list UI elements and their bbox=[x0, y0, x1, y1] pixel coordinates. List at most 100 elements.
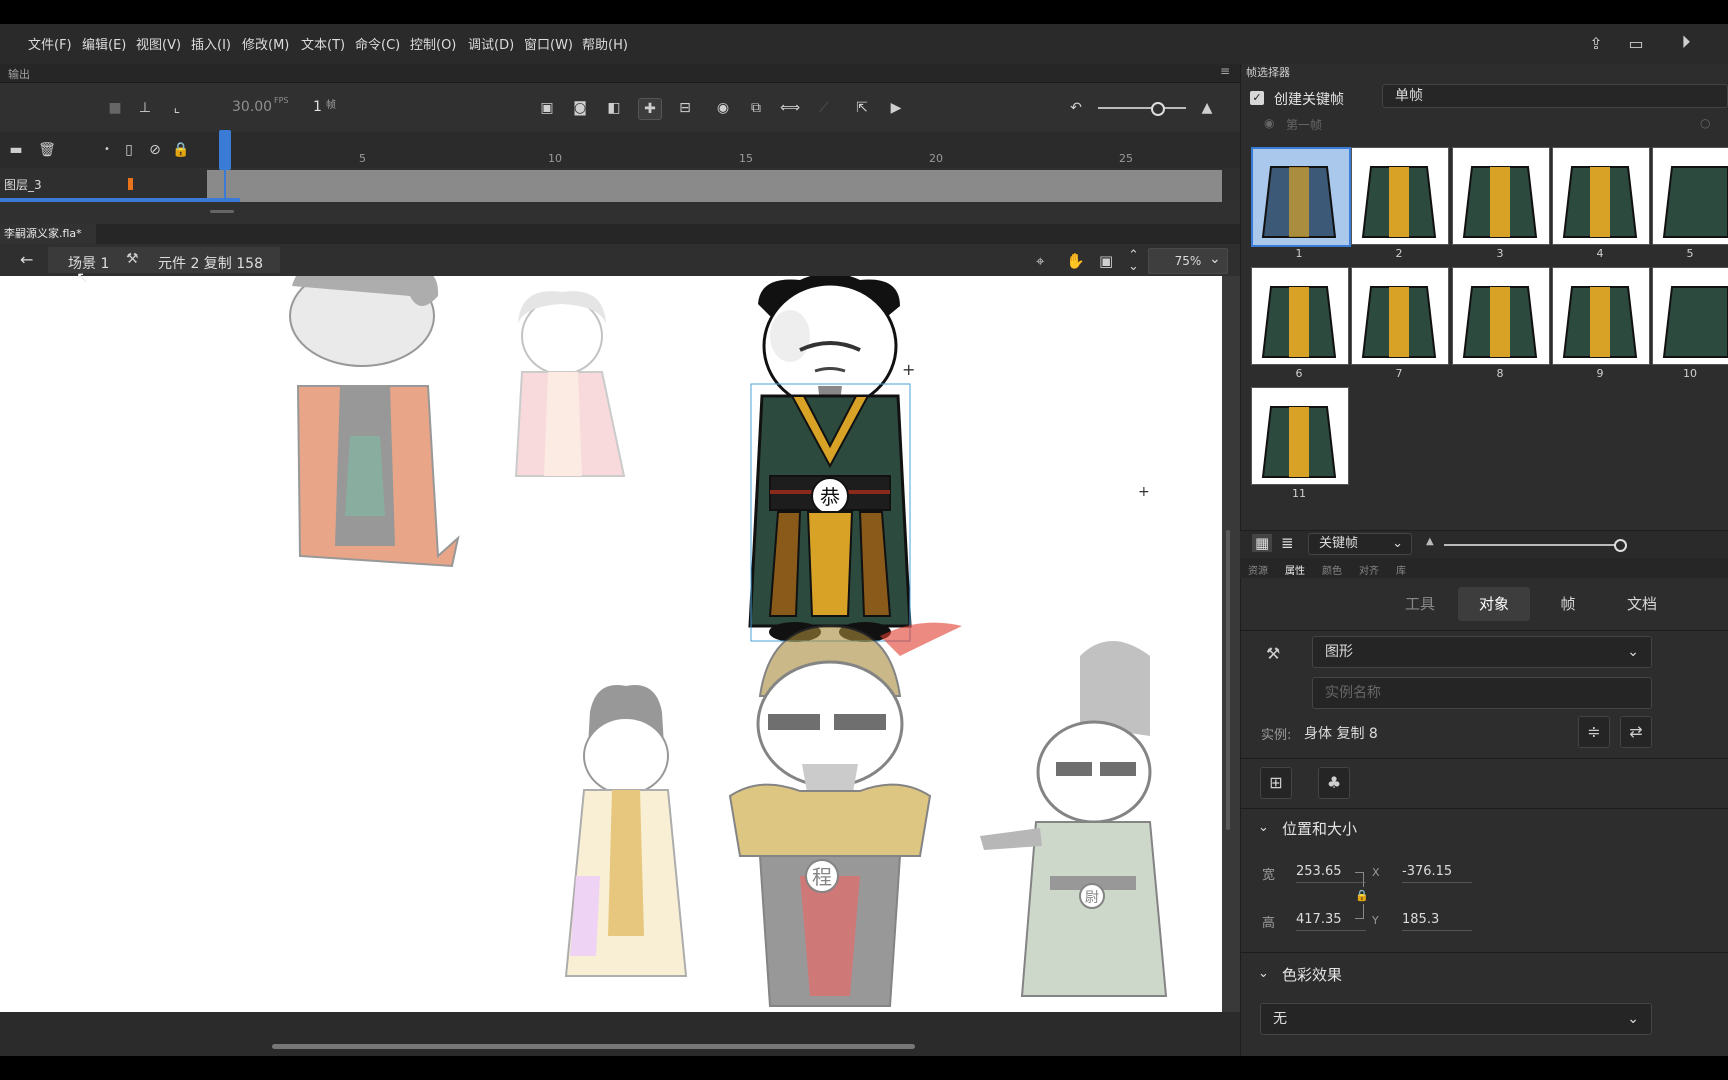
share-icon[interactable]: ⇪ bbox=[1585, 34, 1607, 54]
lock-icon[interactable]: 🔒 bbox=[170, 140, 192, 160]
chevron-down-icon[interactable]: ⌄ bbox=[1209, 251, 1221, 267]
x-value[interactable]: -376.15 bbox=[1402, 864, 1472, 883]
insert-blank-keyframe-icon[interactable]: ◧ bbox=[603, 98, 625, 118]
tab-frame[interactable]: 帧 bbox=[1536, 587, 1600, 621]
menu-text[interactable]: 文本(T) bbox=[301, 34, 345, 53]
outline-icon[interactable]: ▯ bbox=[118, 140, 140, 160]
current-frame[interactable]: 1 bbox=[313, 99, 322, 115]
chevron-down-icon[interactable]: ⌄ bbox=[1258, 820, 1269, 835]
menu-edit[interactable]: 编辑(E) bbox=[82, 34, 126, 53]
thumb-size-knob[interactable] bbox=[1614, 539, 1627, 552]
tab-properties[interactable]: 属性 bbox=[1285, 562, 1305, 577]
align-icon[interactable]: ⊞ bbox=[1260, 767, 1292, 799]
menu-window[interactable]: 窗口(W) bbox=[524, 34, 573, 53]
loop-icon[interactable]: ⟺ bbox=[779, 98, 801, 118]
menu-control[interactable]: 控制(O) bbox=[410, 34, 456, 53]
color-effect-value: 无 bbox=[1273, 1011, 1287, 1027]
instance-settings-icon[interactable]: ≑ bbox=[1578, 716, 1610, 748]
layer-color-swatch bbox=[128, 178, 133, 190]
stage-horizontal-scrollbar[interactable] bbox=[272, 1044, 915, 1049]
stage-rotate-icon[interactable]: ⌃ ⌄ bbox=[1128, 249, 1139, 273]
radio-icon[interactable]: ○ bbox=[1700, 116, 1710, 130]
tab-library[interactable]: 库 bbox=[1396, 562, 1406, 577]
snap-icon[interactable]: ⌖ bbox=[1036, 252, 1044, 270]
hand-icon[interactable]: ✋ bbox=[1066, 252, 1085, 270]
tab-assets[interactable]: 资源 bbox=[1248, 562, 1268, 577]
folder-icon[interactable]: ▬ bbox=[5, 140, 27, 160]
back-arrow-icon[interactable]: ← bbox=[20, 250, 33, 269]
color-effect-select[interactable]: 无 ⌄ bbox=[1260, 1003, 1652, 1035]
list-view-icon[interactable]: ≣ bbox=[1281, 534, 1294, 552]
thumb-size-slider[interactable] bbox=[1444, 544, 1620, 546]
layer-name[interactable]: 图层_3 bbox=[4, 176, 42, 193]
y-value[interactable]: 185.3 bbox=[1402, 912, 1472, 931]
menu-file[interactable]: 文件(F) bbox=[28, 34, 72, 53]
document-tab[interactable]: 李嗣源义家.fla* × bbox=[0, 224, 96, 260]
graph-icon[interactable]: ⌞ bbox=[166, 98, 188, 118]
create-keyframe-checkbox[interactable]: ✓ bbox=[1250, 91, 1264, 105]
timeline-ruler-row: ▬ 🗑 • ▯ ⊘ 🔒 5 10 15 20 25 bbox=[0, 132, 1240, 168]
stage-vertical-scrollbar[interactable] bbox=[1226, 530, 1230, 830]
color-effect-section-title[interactable]: 色彩效果 bbox=[1282, 964, 1342, 985]
test-movie-icon[interactable]: ⏵ bbox=[1675, 33, 1697, 53]
workspace-icon[interactable]: ▭ bbox=[1625, 34, 1647, 54]
robe-figure bbox=[1261, 406, 1337, 478]
tab-document[interactable]: 文档 bbox=[1610, 587, 1674, 621]
menu-modify[interactable]: 修改(M) bbox=[242, 34, 289, 53]
robe-figure bbox=[1562, 166, 1638, 238]
panel-menu-icon[interactable]: ≡ bbox=[1220, 64, 1230, 78]
delete-frame-icon[interactable]: ⊟ bbox=[674, 98, 696, 118]
edit-multiple-frames-icon[interactable]: ⧉ bbox=[745, 98, 767, 118]
insert-frame-icon[interactable]: ▣ bbox=[536, 98, 558, 118]
insert-keyframe-icon[interactable]: ◙ bbox=[569, 98, 591, 118]
stage-canvas[interactable]: 恭 + + 程 尉 bbox=[0, 276, 1222, 1013]
playhead[interactable] bbox=[219, 130, 231, 170]
timeline-scroll-handle[interactable] bbox=[210, 210, 234, 213]
ruler-tick: 20 bbox=[929, 152, 943, 165]
clip-stage-icon[interactable]: ▣ bbox=[1099, 252, 1113, 270]
symbol-type-select[interactable]: 图形 ⌄ bbox=[1312, 636, 1652, 668]
x-label: X bbox=[1372, 866, 1380, 879]
frame-span[interactable] bbox=[207, 170, 1222, 202]
export-icon[interactable]: ⇱ bbox=[851, 98, 873, 118]
lock-ratio-icon[interactable]: 🔒 bbox=[1355, 889, 1369, 902]
visibility-icon[interactable]: ⊘ bbox=[144, 140, 166, 160]
play-icon[interactable]: ▶ bbox=[885, 98, 907, 118]
first-frame-label: 第一帧 bbox=[1286, 118, 1323, 132]
dot-icon[interactable]: • bbox=[96, 140, 118, 160]
undo-icon[interactable]: ↶ bbox=[1065, 98, 1087, 118]
chevron-down-icon[interactable]: ⌄ bbox=[1258, 966, 1269, 981]
position-section-title[interactable]: 位置和大小 bbox=[1282, 818, 1357, 839]
tab-tool[interactable]: 工具 bbox=[1388, 587, 1452, 621]
zoom-value: 75% bbox=[1174, 254, 1202, 268]
trash-icon[interactable]: 🗑 bbox=[36, 140, 58, 160]
frame-mode-select[interactable]: 单帧 bbox=[1382, 84, 1728, 108]
breadcrumb-symbol[interactable]: 元件 2 复制 158 bbox=[158, 253, 263, 273]
menu-debug[interactable]: 调试(D) bbox=[468, 34, 514, 53]
tab-color[interactable]: 颜色 bbox=[1322, 562, 1342, 577]
frame-number: 6 bbox=[1295, 367, 1303, 380]
menu-insert[interactable]: 插入(I) bbox=[191, 34, 231, 53]
timeline-zoom-knob[interactable] bbox=[1151, 102, 1165, 116]
camera-icon[interactable]: ■ bbox=[104, 98, 126, 118]
robe-figure bbox=[1462, 286, 1538, 358]
chevron-down-icon: ⌄ bbox=[1627, 1011, 1639, 1027]
onion-skin-icon[interactable]: ◉ bbox=[712, 98, 734, 118]
symbol-icon[interactable]: ♣ bbox=[1318, 767, 1350, 799]
instance-name-input[interactable]: 实例名称 bbox=[1312, 677, 1652, 709]
grid-view-icon[interactable]: ▦ bbox=[1252, 534, 1273, 552]
menu-view[interactable]: 视图(V) bbox=[136, 34, 181, 53]
radio-icon[interactable]: ◉ bbox=[1264, 116, 1274, 130]
mountain-icon[interactable]: ▲ bbox=[1196, 98, 1218, 118]
frame-number: 4 bbox=[1596, 247, 1604, 260]
menu-command[interactable]: 命令(C) bbox=[355, 34, 400, 53]
menu-help[interactable]: 帮助(H) bbox=[582, 34, 628, 53]
auto-keyframe-icon[interactable]: ✚ bbox=[638, 98, 662, 120]
layer-parent-icon[interactable]: ⊥ bbox=[134, 98, 156, 118]
tab-object[interactable]: 对象 bbox=[1458, 587, 1530, 621]
timeline-zoom-slider[interactable] bbox=[1098, 107, 1186, 109]
fps-value[interactable]: 30.00 bbox=[232, 99, 272, 115]
view-select[interactable]: 关键帧 ⌄ bbox=[1308, 533, 1412, 555]
swap-symbol-icon[interactable]: ⇄ bbox=[1620, 716, 1652, 748]
tab-align[interactable]: 对齐 bbox=[1359, 562, 1379, 577]
